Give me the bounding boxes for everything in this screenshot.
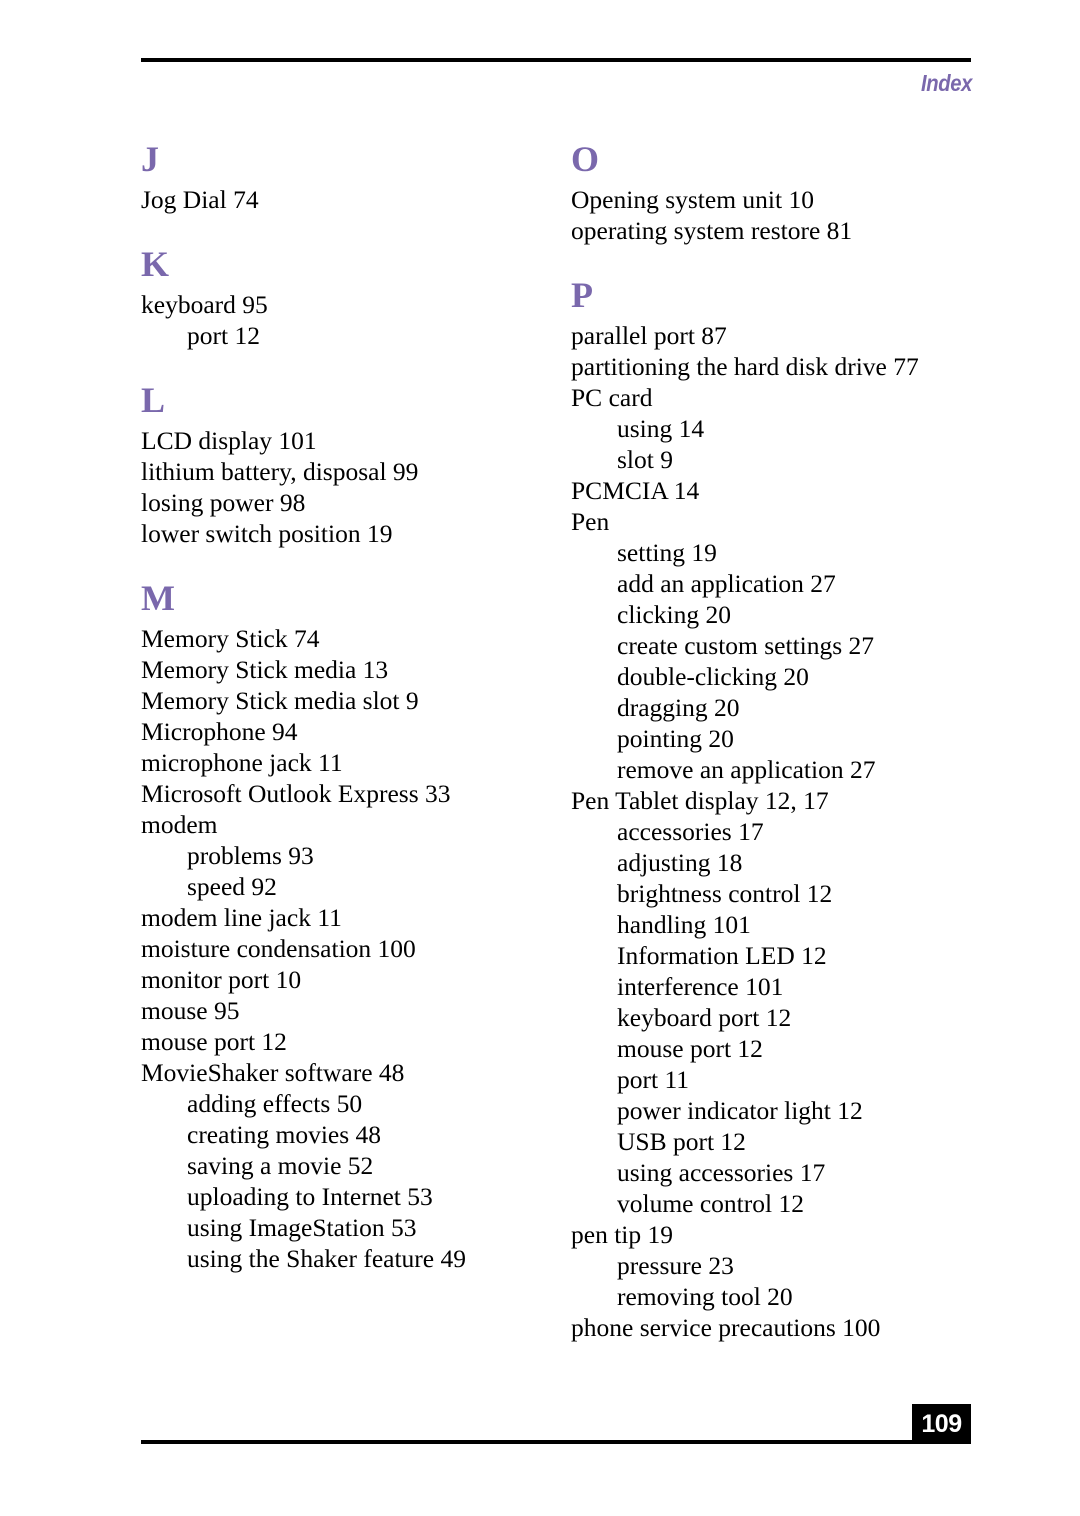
index-section-o: O Opening system unit 10 operating system …: [571, 140, 1001, 246]
index-subentry: slot 9: [617, 445, 673, 474]
index-subentry: setting 19: [617, 538, 717, 567]
index-entry: MovieShaker software 48: [141, 1058, 405, 1087]
index-section-m: M Memory Stick 74 Memory Stick media 13 Mem…: [141, 579, 571, 1274]
index-entry: losing power 98: [141, 488, 306, 517]
index-entry: PCMCIA 14: [571, 476, 700, 505]
index-subentry: pointing 20: [617, 724, 734, 753]
index-entry: phone service precautions 100: [571, 1313, 881, 1342]
index-section-j: J Jog Dial 74: [141, 140, 571, 215]
index-entry-list: Memory Stick 74 Memory Stick media 13 Memo…: [141, 623, 571, 1274]
index-columns: J Jog Dial 74 Kkeyboard 95 port 12 L LCD disp…: [0, 140, 1080, 1343]
index-subentry: Information LED 12: [617, 941, 827, 970]
index-subentry: adjusting 18: [617, 848, 743, 877]
index-letter-heading: J: [141, 139, 159, 179]
index-subentry: dragging 20: [617, 693, 740, 722]
index-subentry: port 11: [617, 1065, 690, 1094]
index-entry: PC card: [571, 383, 653, 412]
index-entry: lithium battery, disposal 99: [141, 457, 419, 486]
index-subentry: using accessories 17: [617, 1158, 826, 1187]
index-entry: Jog Dial 74: [141, 185, 259, 214]
index-entry: operating system restore 81: [571, 216, 853, 245]
index-subentry: keyboard port 12: [617, 1003, 792, 1032]
index-subentry: mouse port 12: [617, 1034, 763, 1063]
index-column-left: J Jog Dial 74 Kkeyboard 95 port 12 L LCD disp…: [141, 140, 571, 1274]
index-entry: Pen: [571, 507, 610, 536]
footer-rule: [141, 1440, 914, 1444]
index-entry-list: parallel port 87 partitioning the hard di…: [571, 320, 1001, 1343]
index-entry: monitor port 10: [141, 965, 302, 994]
index-subentry: port 12: [187, 321, 260, 350]
index-subentry: interference 101: [617, 972, 784, 1001]
index-entry: lower switch position 19: [141, 519, 393, 548]
index-subentry: uploading to Internet 53: [187, 1182, 433, 1211]
index-entry: Memory Stick 74: [141, 624, 320, 653]
index-subentry: brightness control 12: [617, 879, 833, 908]
index-entry: microphone jack 11: [141, 748, 343, 777]
index-entry: Memory Stick media slot 9: [141, 686, 419, 715]
index-subentry: pressure 23: [617, 1251, 734, 1280]
index-entry: Microphone 94: [141, 717, 298, 746]
index-entry-list: LCD display 101 lithium battery, disposal…: [141, 425, 571, 549]
index-entry: Memory Stick media 13: [141, 655, 389, 684]
index-subentry: saving a movie 52: [187, 1151, 374, 1180]
index-subentry: volume control 12: [617, 1189, 804, 1218]
page-number: 109: [921, 1409, 962, 1438]
index-subentry: removing tool 20: [617, 1282, 793, 1311]
header-rule: [141, 58, 971, 62]
index-section-l: L LCD display 101 lithium battery, disposa…: [141, 381, 571, 549]
index-subentry: accessories 17: [617, 817, 764, 846]
index-entry-list: Jog Dial 74: [141, 184, 571, 215]
index-entry: pen tip 19: [571, 1220, 673, 1249]
index-entry: mouse port 12: [141, 1027, 287, 1056]
index-entry: LCD display 101: [141, 426, 317, 455]
index-subentry: clicking 20: [617, 600, 732, 629]
index-entry: Microsoft Outlook Express 33: [141, 779, 451, 808]
index-column-right: O Opening system unit 10 operating system …: [571, 140, 1001, 1343]
index-subentry: create custom settings 27: [617, 631, 875, 660]
index-subentry: add an application 27: [617, 569, 836, 598]
index-subentry: using 14: [617, 414, 705, 443]
header-label: Index: [920, 70, 972, 96]
index-letter-heading: L: [141, 380, 166, 420]
index-entry: keyboard 95: [141, 290, 268, 319]
index-entry-list: keyboard 95 port 12: [141, 289, 571, 351]
index-subentry: power indicator light 12: [617, 1096, 863, 1125]
index-subentry: adding effects 50: [187, 1089, 363, 1118]
index-subentry: double-clicking 20: [617, 662, 809, 691]
index-entry: parallel port 87: [571, 321, 727, 350]
index-subentry: using ImageStation 53: [187, 1213, 417, 1242]
index-section-k: Kkeyboard 95 port 12: [141, 245, 571, 351]
index-entry: modem line jack 11: [141, 903, 342, 932]
index-subentry: remove an application 27: [617, 755, 876, 784]
index-entry: Pen Tablet display 12, 17: [571, 786, 829, 815]
index-entry-list: Opening system unit 10 operating system r…: [571, 184, 1001, 246]
index-subentry: using the Shaker feature 49: [187, 1244, 466, 1273]
page-number-box: 109: [912, 1404, 971, 1444]
index-subentry: USB port 12: [617, 1127, 746, 1156]
index-subentry: problems 93: [187, 841, 314, 870]
index-letter-heading: P: [571, 275, 593, 315]
index-subentry: creating movies 48: [187, 1120, 382, 1149]
index-entry: modem: [141, 810, 218, 839]
index-letter-heading: K: [141, 244, 170, 284]
index-subentry: handling 101: [617, 910, 751, 939]
index-section-p: Pparallel port 87 partitioning the hard d…: [571, 276, 1001, 1343]
index-subentry: speed 92: [187, 872, 277, 901]
index-letter-heading: M: [141, 578, 175, 618]
index-entry: Opening system unit 10: [571, 185, 814, 214]
index-entry: partitioning the hard disk drive 77: [571, 352, 919, 381]
index-letter-heading: O: [571, 139, 600, 179]
index-entry: moisture condensation 100: [141, 934, 416, 963]
index-entry: mouse 95: [141, 996, 240, 1025]
